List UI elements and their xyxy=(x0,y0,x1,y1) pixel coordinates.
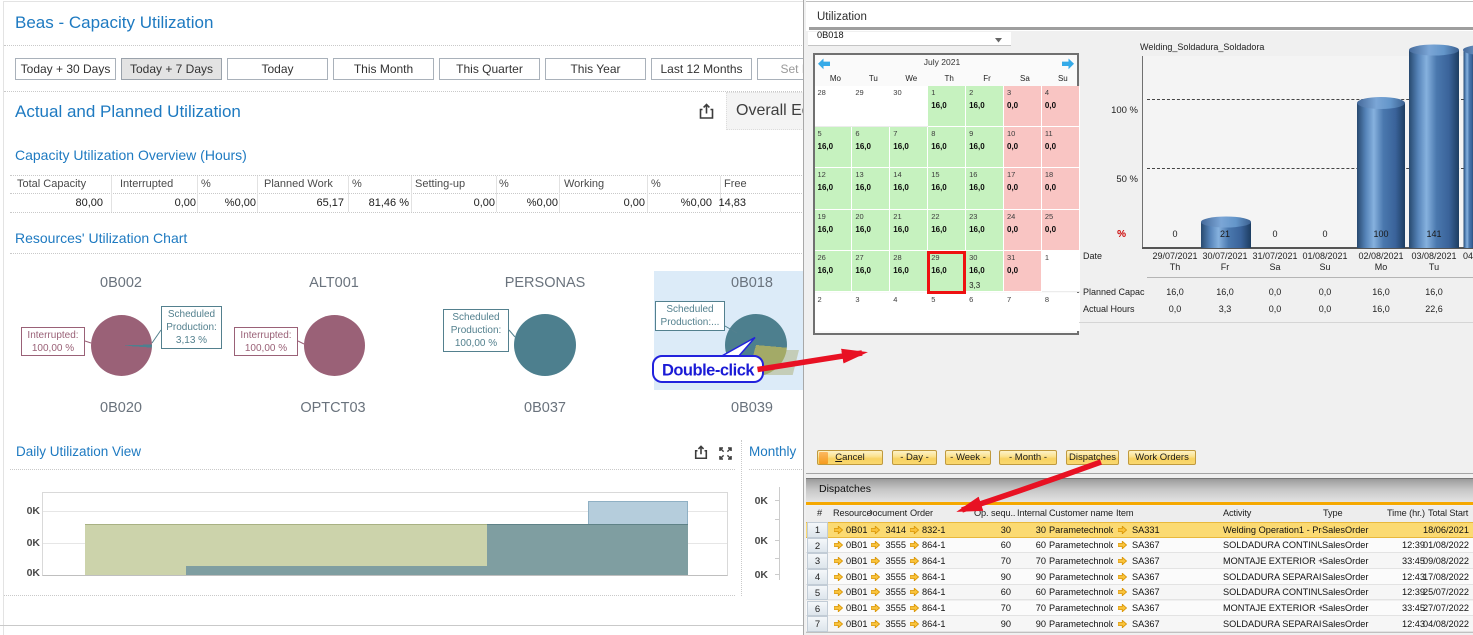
svg-text:Double-click: Double-click xyxy=(662,362,755,380)
